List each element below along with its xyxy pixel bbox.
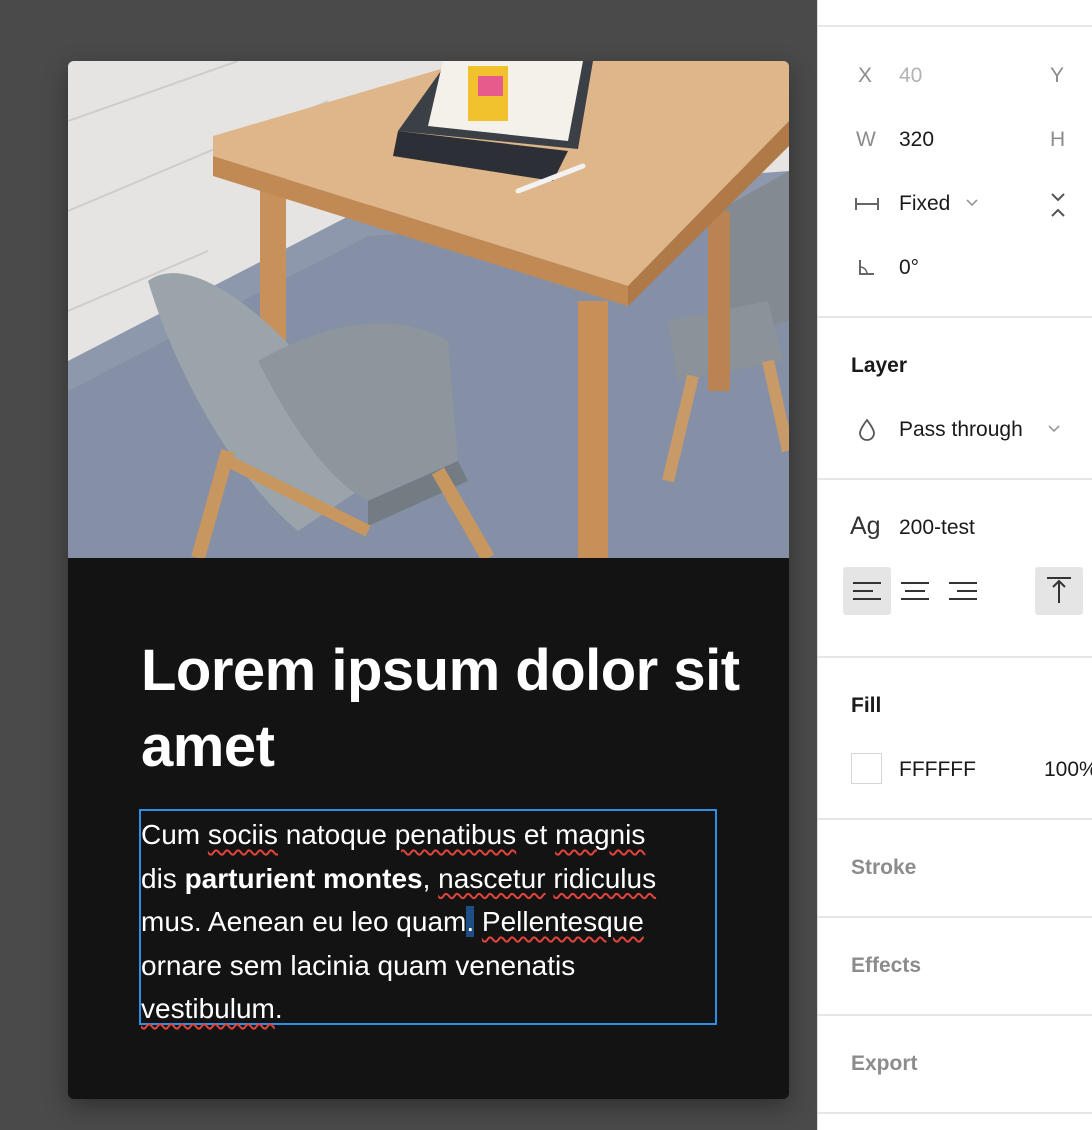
align-center-icon [901,582,929,600]
w-label: W [856,128,876,151]
body-word: dis [141,862,177,894]
section-divider [818,916,1092,918]
x-input[interactable]: 40 [899,64,922,88]
fill-opacity-input[interactable]: 100% [1044,758,1092,782]
section-divider [818,656,1092,658]
y-label: Y [1050,64,1065,87]
body-word: et [523,819,548,850]
body-word-misspelled: sociis [207,819,278,850]
body-word-misspelled: Pellentesque [481,906,644,937]
section-divider [818,316,1092,318]
body-word-misspelled: vestibulum [141,993,275,1024]
align-left-icon [853,582,881,600]
rotation-input[interactable]: 0° [899,256,919,280]
body-word: mus. Aenean eu leo quam [141,906,467,937]
card-body-text[interactable]: Cum sociis natoque penatibus et magnis di… [141,813,713,1031]
design-card[interactable]: Lorem ipsum dolor sit amet Cum sociis na… [68,61,789,1099]
body-word-misspelled: ridiculus [553,862,657,894]
properties-panel: X 40 Y W 320 H Fixed 0° Layer Pass throu… [817,0,1092,1130]
export-section-title[interactable]: Export [851,1052,918,1076]
card-headline[interactable]: Lorem ipsum dolor sit amet [141,633,741,785]
dining-table-photo[interactable] [68,61,789,558]
body-word: Cum [141,819,201,850]
body-word-misspelled: magnis [555,819,646,850]
fill-hex-input[interactable]: FFFFFF [899,758,976,782]
body-word: ornare sem lacinia quam venenatis [141,949,576,981]
vertical-resize-icon[interactable] [1050,192,1066,218]
align-left-button[interactable] [843,567,891,615]
text-cursor-selection: . [466,906,475,937]
body-word: . [274,993,283,1024]
horizontal-resize-icon [855,198,879,210]
resize-dropdown[interactable]: Fixed [899,192,950,216]
w-input[interactable]: 320 [899,128,934,152]
section-divider [818,1112,1092,1114]
body-word-misspelled: penatibus [394,819,517,850]
section-divider [818,818,1092,820]
h-label: H [1050,128,1066,151]
fill-section-title: Fill [851,694,882,717]
body-word: natoque [285,819,387,850]
align-right-button[interactable] [939,567,987,615]
effects-section-title[interactable]: Effects [851,954,921,978]
chevron-down-icon[interactable] [965,198,979,208]
blend-mode-dropdown[interactable]: Pass through [899,418,1023,442]
align-top-button[interactable] [1035,567,1083,615]
body-bold-text: parturient montes [184,862,423,894]
x-label: X [858,64,873,87]
body-word: , [422,862,431,894]
blend-mode-icon [859,418,875,441]
stroke-section-title[interactable]: Stroke [851,856,916,880]
fill-color-swatch[interactable] [851,753,882,784]
align-center-button[interactable] [891,567,939,615]
text-style-icon: Ag [850,512,881,540]
align-top-icon [1047,577,1071,603]
section-divider [818,25,1092,27]
align-right-icon [949,582,977,600]
section-divider [818,1014,1092,1016]
rotation-icon [859,260,874,275]
text-style-name[interactable]: 200-test [899,516,975,540]
chevron-down-icon[interactable] [1047,424,1061,434]
section-divider [818,478,1092,480]
body-word-misspelled: nascetur [438,862,546,894]
layer-section-title: Layer [851,354,908,377]
